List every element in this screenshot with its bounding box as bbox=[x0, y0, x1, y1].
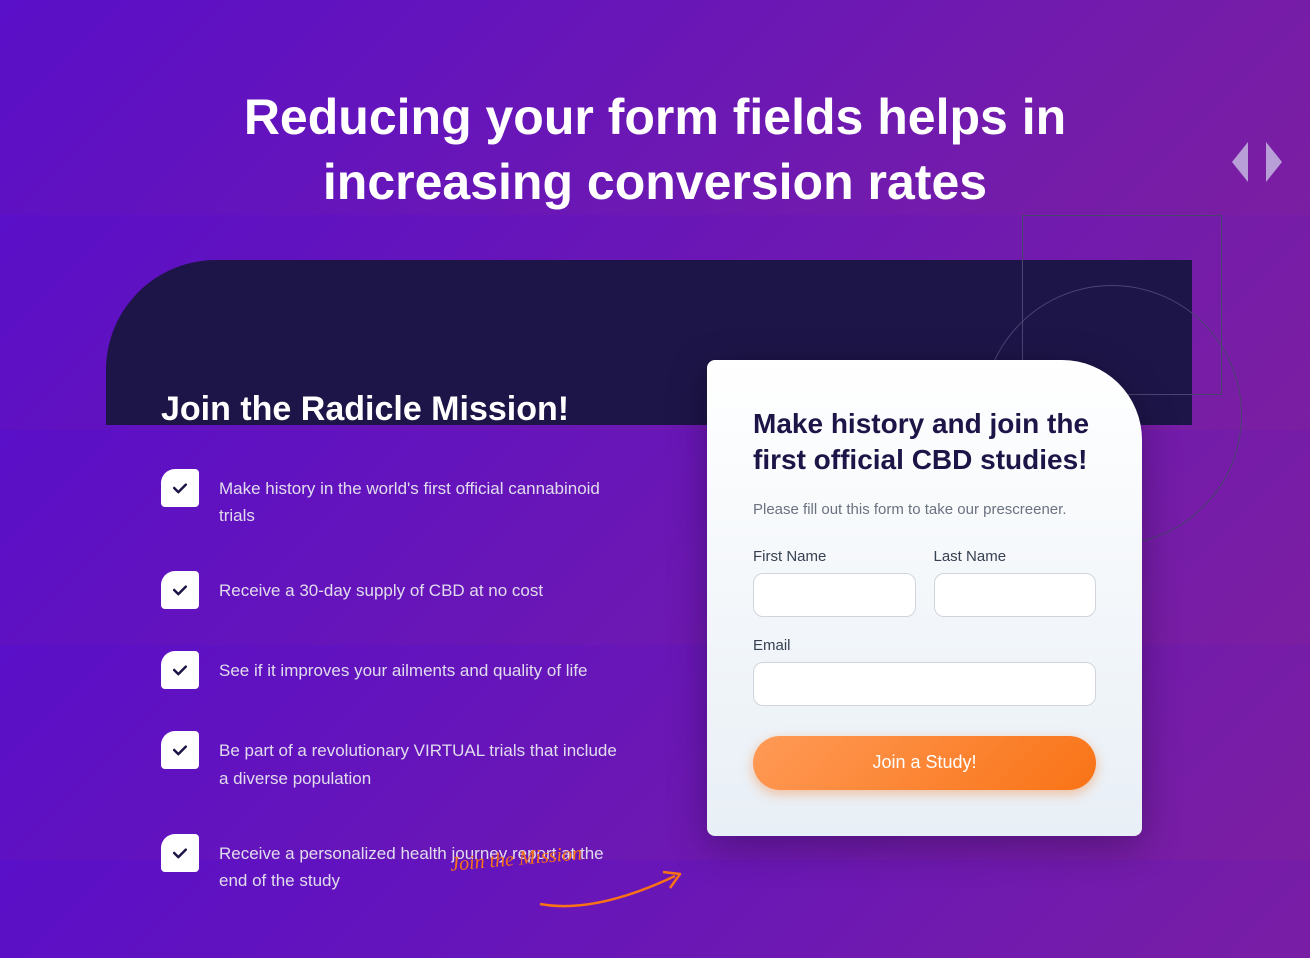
benefits-section: Join the Radicle Mission! Make history i… bbox=[161, 375, 667, 390]
signup-form-card: Make history and join the first official… bbox=[707, 360, 1142, 836]
bullet-list: Make history in the world's first offici… bbox=[161, 469, 667, 894]
join-study-button[interactable]: Join a Study! bbox=[753, 736, 1096, 790]
bullet-text: Receive a 30-day supply of CBD at no cos… bbox=[219, 571, 543, 604]
check-icon bbox=[161, 834, 199, 872]
bullet-text: Be part of a revolutionary VIRTUAL trial… bbox=[219, 731, 619, 791]
brand-logo-icon bbox=[1222, 127, 1292, 197]
list-item: See if it improves your ailments and qua… bbox=[161, 651, 667, 689]
email-input[interactable] bbox=[753, 662, 1096, 706]
main-card: Join the Radicle Mission! Make history i… bbox=[106, 260, 1192, 425]
first-name-field-group: First Name bbox=[753, 548, 916, 617]
check-icon bbox=[161, 731, 199, 769]
first-name-label: First Name bbox=[753, 548, 916, 565]
form-heading: Make history and join the first official… bbox=[753, 406, 1096, 479]
list-item: Make history in the world's first offici… bbox=[161, 469, 667, 529]
check-icon bbox=[161, 651, 199, 689]
check-icon bbox=[161, 469, 199, 507]
check-icon bbox=[161, 571, 199, 609]
bullet-text: See if it improves your ailments and qua… bbox=[219, 651, 588, 684]
form-subtext: Please fill out this form to take our pr… bbox=[753, 501, 1096, 518]
email-label: Email bbox=[753, 637, 1096, 654]
first-name-input[interactable] bbox=[753, 573, 916, 617]
last-name-input[interactable] bbox=[934, 573, 1097, 617]
section-heading: Join the Radicle Mission! bbox=[161, 390, 667, 429]
list-item: Receive a 30-day supply of CBD at no cos… bbox=[161, 571, 667, 609]
bullet-text: Make history in the world's first offici… bbox=[219, 469, 619, 529]
arrow-icon bbox=[535, 864, 695, 914]
last-name-field-group: Last Name bbox=[934, 548, 1097, 617]
list-item: Be part of a revolutionary VIRTUAL trial… bbox=[161, 731, 667, 791]
last-name-label: Last Name bbox=[934, 548, 1097, 565]
form-row: First Name Last Name bbox=[753, 548, 1096, 617]
page-title: Reducing your form fields helps in incre… bbox=[0, 0, 1310, 215]
email-field-group: Email bbox=[753, 637, 1096, 706]
